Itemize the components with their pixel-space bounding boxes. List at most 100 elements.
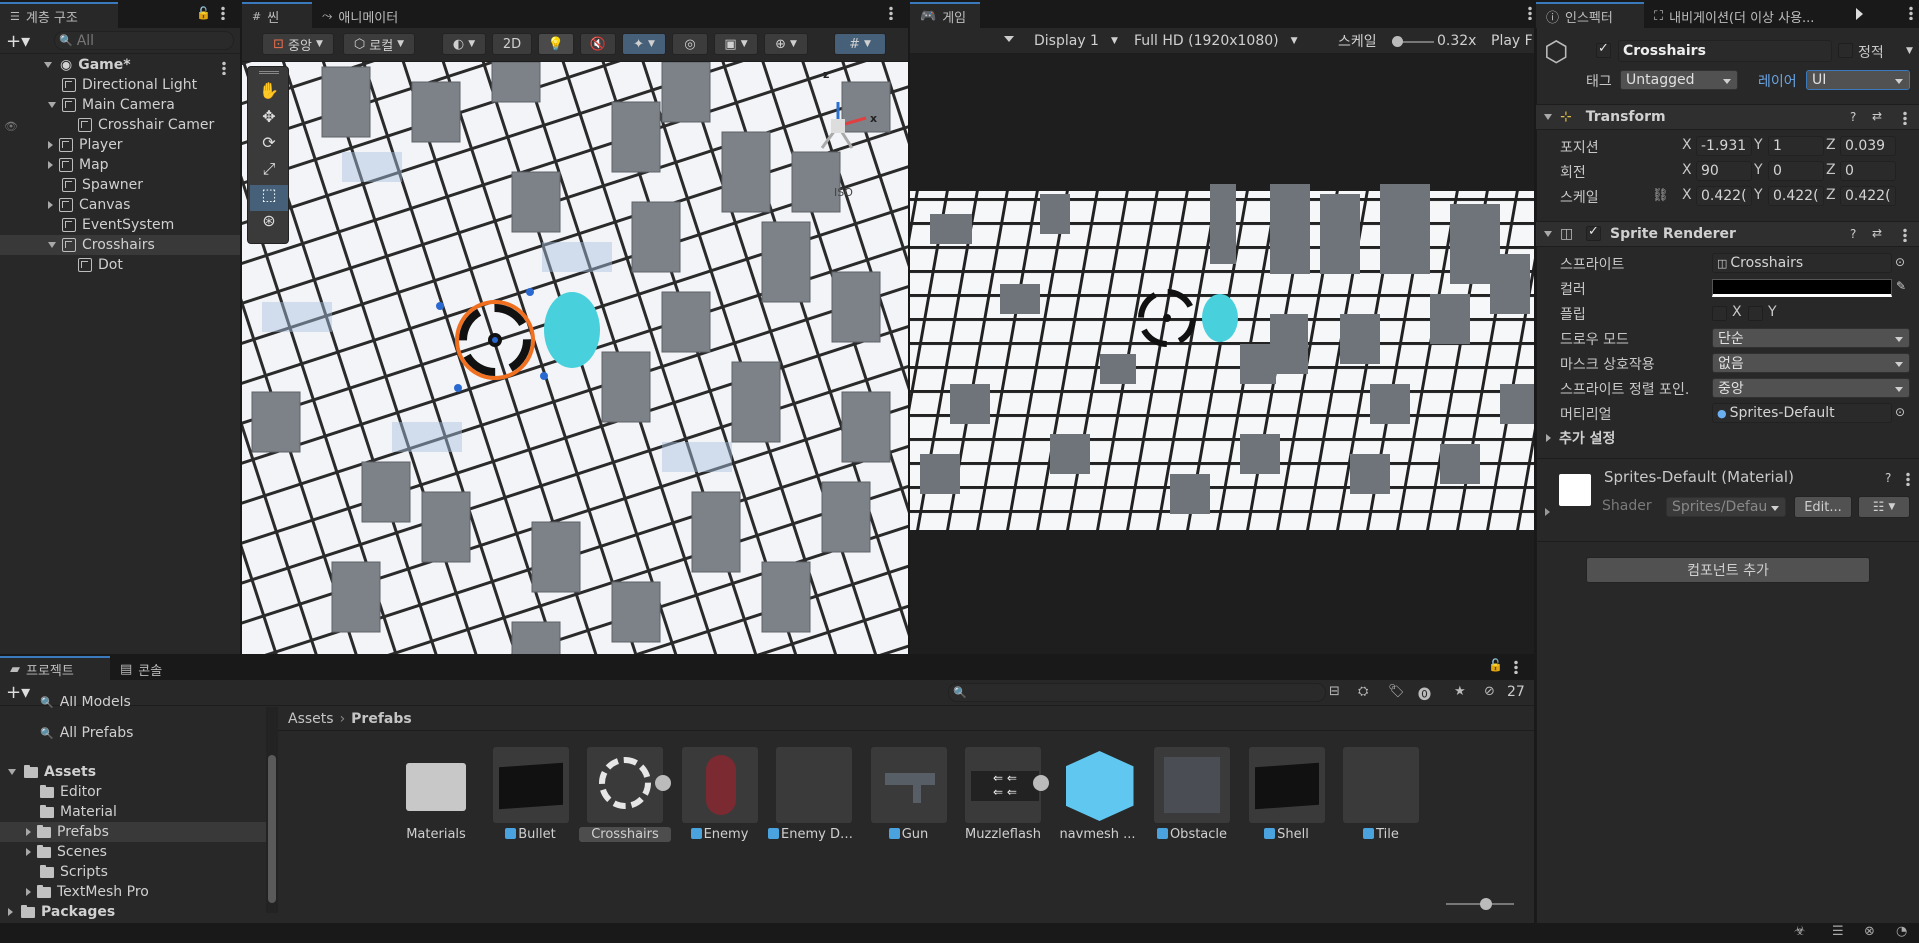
collapse-icon[interactable]	[1544, 231, 1552, 237]
help-icon[interactable]: ?	[1885, 471, 1891, 485]
hierarchy-menu-icon[interactable]	[221, 6, 225, 20]
expand-icon[interactable]	[8, 769, 16, 775]
project-tree-item[interactable]: Material	[40, 802, 117, 822]
create-asset-icon[interactable]: +▾	[6, 682, 30, 703]
expand-icon[interactable]	[26, 828, 31, 836]
transform-tool-icon[interactable]: ⊛	[248, 211, 290, 237]
hidden-objects-toggle[interactable]: ◎	[672, 33, 708, 55]
audio-toggle[interactable]: 🔇	[580, 33, 616, 55]
asset-item[interactable]: Gun	[869, 745, 949, 845]
expand-icon[interactable]	[1545, 508, 1550, 516]
hierarchy-item[interactable]: Crosshair Camer	[78, 115, 214, 135]
asset-item[interactable]: ⇐ ⇐ ⇐ ⇐ Muzzleflash	[963, 745, 1049, 845]
draw-mode-dropdown[interactable]: ◐ ▼	[442, 33, 486, 55]
pivot-dropdown[interactable]: ⊡ 중앙 ▼	[262, 33, 334, 55]
expand-icon[interactable]	[48, 102, 56, 108]
layers-icon[interactable]: ☰	[1832, 924, 1844, 939]
tab-navigation[interactable]: ⛶ 내비게이션(더 이상 사용...	[1644, 2, 1854, 28]
rotation-x-field[interactable]: 90	[1696, 161, 1752, 181]
tab-inspector[interactable]: ⓘ 인스펙터	[1536, 2, 1644, 28]
flip-x-checkbox[interactable]	[1712, 306, 1727, 321]
sprite-renderer-enabled-checkbox[interactable]	[1586, 224, 1601, 241]
resolution-dropdown[interactable]: Full HD (1920x1080) ▼	[1134, 31, 1298, 51]
hierarchy-item[interactable]: Map	[48, 155, 109, 175]
object-picker-icon[interactable]: ⊙	[1895, 405, 1905, 419]
lighting-toggle[interactable]: 💡	[538, 33, 574, 55]
search-window-icon[interactable]: ⊟	[1329, 684, 1340, 699]
object-name-field[interactable]: Crosshairs	[1618, 40, 1832, 62]
scale-x-field[interactable]: 0.422(	[1696, 186, 1752, 206]
project-tree-item[interactable]: TextMesh Pro	[26, 882, 149, 902]
add-component-button[interactable]: 컴포넌트 추가	[1586, 557, 1870, 583]
expand-icon[interactable]	[44, 62, 52, 68]
sort-point-dropdown[interactable]: 중앙	[1712, 378, 1910, 398]
asset-item[interactable]: Materials	[396, 745, 476, 845]
help-icon[interactable]: ?	[1850, 227, 1856, 241]
eyedropper-icon[interactable]: ✎	[1896, 279, 1906, 293]
tree-scrollbar[interactable]	[266, 707, 278, 913]
hierarchy-item[interactable]: Directional Light	[62, 75, 197, 95]
static-dropdown-icon[interactable]: ▼	[1906, 46, 1913, 56]
asset-item[interactable]: Enemy	[680, 745, 760, 845]
scene-viewport[interactable]: z x ISO	[242, 62, 908, 654]
preset-icon[interactable]: ⇄	[1872, 226, 1882, 240]
asset-item[interactable]: Shell	[1247, 745, 1327, 845]
asset-item[interactable]: Obstacle	[1152, 745, 1232, 845]
position-z-field[interactable]: 0.039	[1840, 136, 1896, 156]
effects-toggle[interactable]: ✦ ▼	[622, 33, 666, 55]
rotate-tool-icon[interactable]: ⟳	[248, 133, 290, 159]
inspector-menu-icon[interactable]	[1909, 6, 1913, 20]
flip-y-checkbox[interactable]	[1748, 306, 1763, 321]
hierarchy-item[interactable]: EventSystem	[62, 215, 174, 235]
project-tree-item[interactable]: Assets	[8, 762, 96, 782]
color-swatch[interactable]	[1712, 279, 1892, 297]
material-menu-icon[interactable]	[1906, 472, 1910, 486]
scene-root-item[interactable]: ◉ Game*	[44, 55, 131, 75]
static-checkbox[interactable]	[1838, 43, 1853, 58]
help-icon[interactable]: ?	[1850, 110, 1856, 124]
scale-y-field[interactable]: 0.422(	[1768, 186, 1824, 206]
sprite-renderer-menu-icon[interactable]	[1903, 228, 1907, 242]
bug-icon[interactable]: ☣	[1794, 924, 1806, 939]
expand-icon[interactable]	[48, 201, 53, 209]
tab-scene[interactable]: # 씬	[242, 2, 312, 28]
debug-icon[interactable]: ⊗	[1864, 924, 1875, 939]
rotation-y-field[interactable]: 0	[1768, 161, 1824, 181]
rect-tool-icon[interactable]: ⬚	[250, 185, 288, 211]
project-tree-item[interactable]: 🔍 All Models	[40, 696, 131, 708]
log-type-icon[interactable]: ⓿	[1418, 684, 1431, 703]
lock-icon[interactable]: 🔓	[1488, 658, 1503, 672]
project-tree-item[interactable]: Scenes	[26, 842, 107, 862]
project-tree-item[interactable]: Prefabs	[26, 822, 109, 842]
tag-dropdown[interactable]: Untagged	[1620, 70, 1738, 90]
additional-settings-foldout[interactable]: 추가 설정	[1546, 428, 1615, 448]
tree-scrollbar-thumb[interactable]	[268, 755, 276, 903]
lock-icon[interactable]: 🔓	[196, 6, 211, 20]
game-view-dropdown-arrow[interactable]	[1004, 36, 1014, 42]
collapse-icon[interactable]	[1544, 114, 1552, 120]
hierarchy-search-input[interactable]: 🔍 All	[54, 31, 234, 50]
display-dropdown[interactable]: Display 1 ▼	[1034, 31, 1118, 51]
label-tag-icon[interactable]: 🏷	[1388, 684, 1405, 699]
tab-project[interactable]: ▰ 프로젝트	[0, 656, 110, 680]
breadcrumb-assets[interactable]: Assets	[288, 711, 334, 727]
favorite-star-icon[interactable]: ★	[1454, 684, 1466, 699]
rotation-z-field[interactable]: 0	[1840, 161, 1896, 181]
breadcrumb-prefabs[interactable]: Prefabs	[351, 711, 412, 727]
scale-slider-handle[interactable]	[1392, 36, 1403, 47]
project-search-input[interactable]: 🔍	[948, 683, 1326, 702]
hierarchy-item[interactable]: Main Camera	[48, 95, 175, 115]
expand-icon[interactable]	[48, 141, 53, 149]
expand-icon[interactable]	[26, 888, 31, 896]
active-checkbox[interactable]	[1596, 41, 1611, 58]
sprite-field[interactable]: ◫ Crosshairs	[1712, 253, 1892, 273]
hand-tool-icon[interactable]: ✋	[248, 81, 290, 107]
filter-type-icon[interactable]: ⛭	[1358, 684, 1368, 699]
project-tree-item[interactable]: 🔍 All Prefabs	[40, 723, 133, 743]
material-field[interactable]: ● Sprites-Default	[1712, 403, 1892, 423]
mask-interaction-dropdown[interactable]: 없음	[1712, 353, 1910, 373]
expand-icon[interactable]	[26, 848, 31, 856]
play-focused-dropdown[interactable]: Play F	[1491, 31, 1533, 51]
game-viewport[interactable]	[910, 54, 1534, 654]
camera-dropdown[interactable]: ▣ ▼	[714, 33, 758, 55]
